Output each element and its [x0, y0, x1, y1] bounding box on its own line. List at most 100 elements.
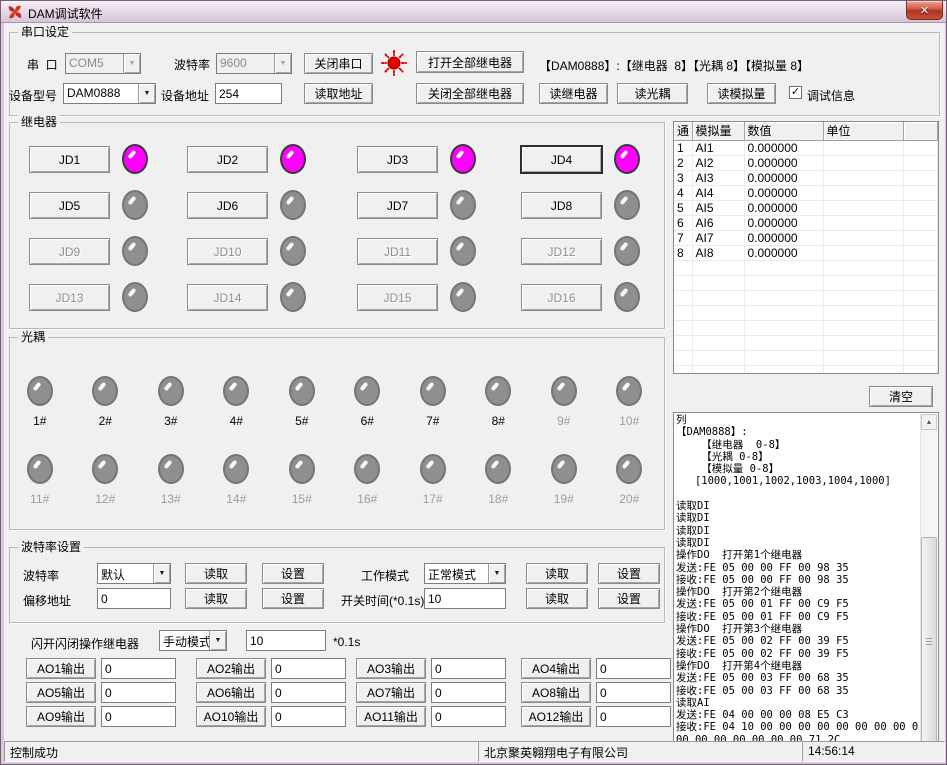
relay-button[interactable]: JD8 [521, 192, 602, 219]
open-all-relays-button[interactable]: 打开全部继电器 [416, 51, 524, 73]
read-switch-time-button[interactable]: 读取 [526, 588, 588, 609]
read-offset-button[interactable]: 读取 [185, 588, 247, 609]
opto-channel: 15# [269, 454, 335, 532]
relay-button[interactable]: JD11 [357, 238, 438, 265]
relay-button[interactable]: JD10 [187, 238, 268, 265]
opto-channel: 3# [138, 376, 204, 454]
relay-button[interactable]: JD15 [357, 284, 438, 311]
analog-table-row[interactable]: 4 AI4 0.000000 [674, 185, 938, 200]
analog-table-row[interactable]: 3 AI3 0.000000 [674, 170, 938, 185]
read-opto-button[interactable]: 读光耦 [617, 83, 688, 104]
ao-output-input[interactable] [596, 706, 671, 727]
log-panel[interactable]: 列【DAM0888】: 【继电器 0-8】 【光耦 0-8】 【模拟量 0-8】… [673, 412, 939, 746]
relay-button[interactable]: JD13 [29, 284, 110, 311]
chevron-down-icon[interactable]: ▼ [209, 631, 226, 650]
set-baud-button[interactable]: 设置 [262, 563, 324, 584]
set-offset-button[interactable]: 设置 [262, 588, 324, 609]
device-address-input[interactable] [215, 83, 282, 104]
relay-cell: JD15 [357, 284, 521, 330]
ao-output-input[interactable] [431, 706, 506, 727]
relay-button[interactable]: JD4 [521, 146, 602, 173]
ao-output-button[interactable]: AO7输出 [356, 682, 426, 703]
scroll-up-icon[interactable]: ▲ [921, 414, 937, 430]
ao-output-input[interactable] [431, 682, 506, 703]
log-scrollbar-thumb[interactable] [921, 537, 937, 745]
log-text[interactable]: 列【DAM0888】: 【继电器 0-8】 【光耦 0-8】 【模拟量 0-8】… [676, 414, 919, 745]
analog-table-header-cell[interactable]: 数值 [744, 122, 823, 140]
analog-table-row[interactable]: 7 AI7 0.000000 [674, 230, 938, 245]
relay-button[interactable]: JD7 [357, 192, 438, 219]
analog-table-row[interactable]: 5 AI5 0.000000 [674, 200, 938, 215]
analog-table-empty-row [674, 275, 938, 290]
opto-led-indicator [158, 376, 184, 406]
baud-setting-select[interactable]: 默认 ▼ [97, 563, 171, 584]
relay-button[interactable]: JD14 [187, 284, 268, 311]
read-address-button[interactable]: 读取地址 [304, 83, 373, 104]
relay-button[interactable]: JD1 [29, 146, 110, 173]
ao-output-input[interactable] [596, 682, 671, 703]
debug-info-checkbox[interactable]: ✓ [789, 86, 802, 99]
relay-button[interactable]: JD6 [187, 192, 268, 219]
read-analog-button[interactable]: 读模拟量 [707, 83, 776, 104]
chevron-down-icon[interactable]: ▼ [153, 564, 170, 583]
channel-cell: 1 [674, 140, 692, 155]
log-scrollbar[interactable]: ▲ [920, 414, 937, 744]
relay-button[interactable]: JD3 [357, 146, 438, 173]
relay-grid: JD1 JD2 JD3 JD4 JD5 [29, 146, 640, 330]
analog-table-row[interactable]: 8 AI8 0.000000 [674, 245, 938, 260]
relay-button[interactable]: JD5 [29, 192, 110, 219]
work-mode-select[interactable]: 正常模式 ▼ [424, 563, 506, 584]
clear-log-button[interactable]: 清空 [869, 386, 933, 407]
analog-table-row[interactable]: 1 AI1 0.000000 [674, 140, 938, 155]
set-switch-time-button[interactable]: 设置 [598, 588, 660, 609]
ao-output-input[interactable] [101, 706, 176, 727]
ao-output-input[interactable] [431, 658, 506, 679]
close-serial-button[interactable]: 关闭串口 [304, 53, 373, 74]
relay-button[interactable]: JD2 [187, 146, 268, 173]
ao-output-button[interactable]: AO3输出 [356, 658, 426, 679]
flash-time-input[interactable] [246, 630, 326, 651]
relay-button[interactable]: JD16 [521, 284, 602, 311]
chevron-down-icon[interactable]: ▼ [488, 564, 505, 583]
read-work-mode-button[interactable]: 读取 [526, 563, 588, 584]
ao-output-button[interactable]: AO8输出 [521, 682, 591, 703]
analog-table-row[interactable]: 6 AI6 0.000000 [674, 215, 938, 230]
ao-output-input[interactable] [596, 658, 671, 679]
flash-mode-select[interactable]: 手动模式 ▼ [159, 630, 227, 651]
relay-button[interactable]: JD12 [521, 238, 602, 265]
ao-output-input[interactable] [271, 682, 346, 703]
title-bar[interactable]: DAM调试软件 ✕ [1, 1, 947, 23]
log-line: 发送:FE 05 00 03 FF 00 68 35 [676, 672, 919, 684]
chevron-down-icon[interactable]: ▼ [138, 84, 155, 103]
analog-table-header-cell[interactable] [903, 122, 938, 140]
switch-time-input[interactable] [424, 588, 506, 609]
analog-table-header-cell[interactable]: 模拟量 [692, 122, 744, 140]
read-baud-button[interactable]: 读取 [185, 563, 247, 584]
ao-output-button[interactable]: AO11输出 [356, 706, 426, 727]
ao-output-button[interactable]: AO12输出 [521, 706, 591, 727]
ao-output-button[interactable]: AO6输出 [196, 682, 266, 703]
ao-output-button[interactable]: AO1输出 [26, 658, 96, 679]
ao-output-input[interactable] [101, 658, 176, 679]
ao-output-button[interactable]: AO2输出 [196, 658, 266, 679]
analog-table-row[interactable]: 2 AI2 0.000000 [674, 155, 938, 170]
close-all-relays-button[interactable]: 关闭全部继电器 [416, 83, 524, 104]
opto-channel: 14# [204, 454, 270, 532]
ao-output-button[interactable]: AO9输出 [26, 706, 96, 727]
offset-address-input[interactable] [97, 588, 171, 609]
ao-output-input[interactable] [271, 706, 346, 727]
device-model-select[interactable]: DAM0888 ▼ [63, 83, 156, 104]
ao-output-input[interactable] [101, 682, 176, 703]
ao-output-input[interactable] [271, 658, 346, 679]
analog-table-empty-row [674, 260, 938, 275]
relay-button[interactable]: JD9 [29, 238, 110, 265]
ao-output-button[interactable]: AO10输出 [196, 706, 266, 727]
analog-table-header-cell[interactable]: 单位 [823, 122, 903, 140]
ao-output-button[interactable]: AO5输出 [26, 682, 96, 703]
ao-output-button[interactable]: AO4输出 [521, 658, 591, 679]
set-work-mode-button[interactable]: 设置 [598, 563, 660, 584]
log-line: 【继电器 0-8】 [676, 439, 919, 451]
analog-table-header-cell[interactable]: 通 [674, 122, 692, 140]
close-button[interactable]: ✕ [906, 1, 943, 20]
read-relays-button[interactable]: 读继电器 [539, 83, 608, 104]
